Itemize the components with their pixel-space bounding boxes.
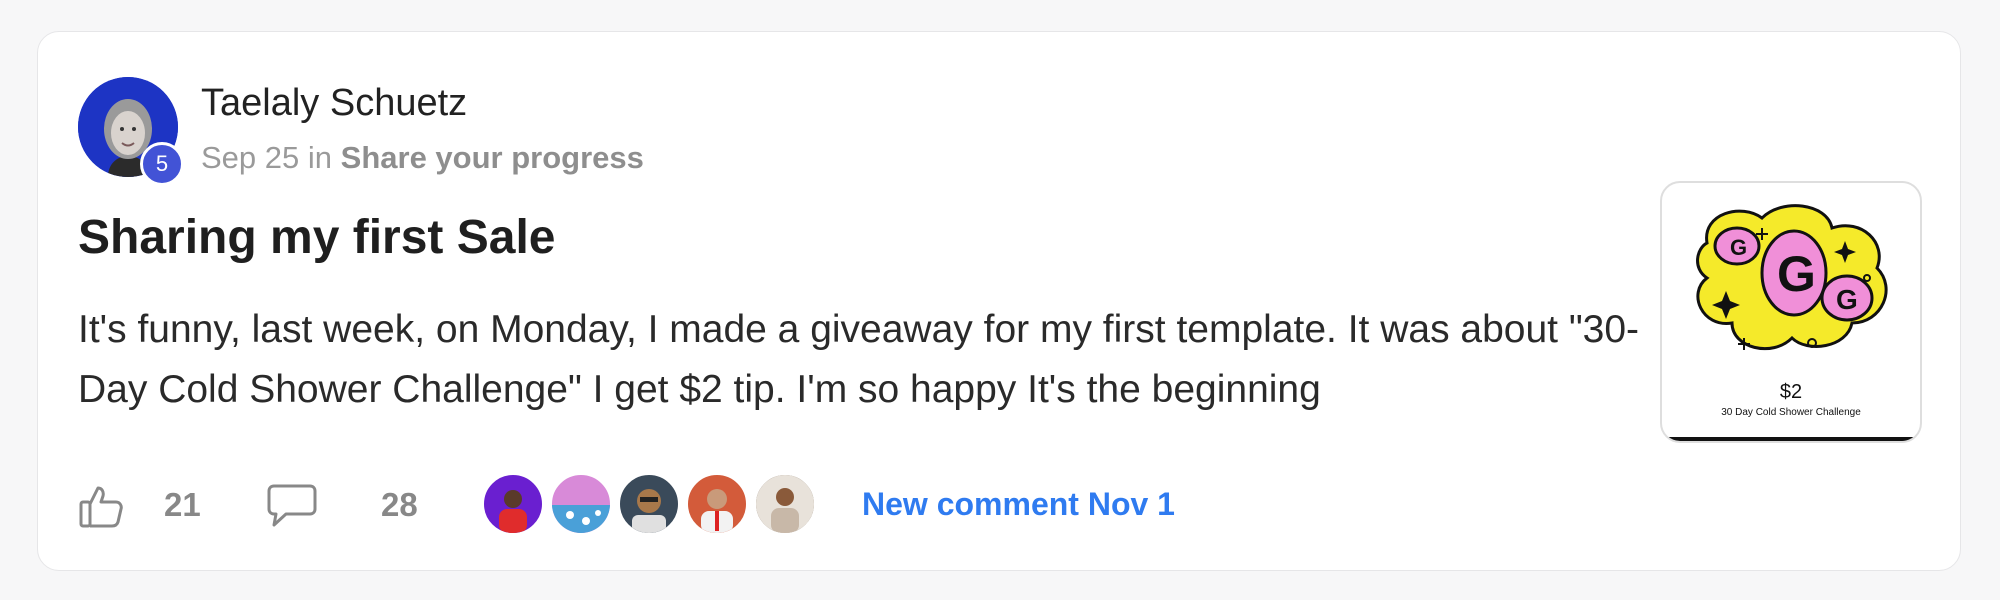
svg-text:G: G xyxy=(1836,284,1858,315)
post-title[interactable]: Sharing my first Sale xyxy=(78,210,556,265)
commenter-avatar[interactable] xyxy=(481,472,545,536)
thumbnail-bottom-bar xyxy=(1662,437,1920,441)
post-body: It's funny, last week, on Monday, I made… xyxy=(78,308,1640,411)
post-actions: 21 28 New comment Nov 1 xyxy=(78,472,1278,542)
new-comment-link[interactable]: New comment Nov 1 xyxy=(862,486,1175,523)
commenter-avatar[interactable] xyxy=(753,472,817,536)
svg-text:G: G xyxy=(1777,246,1816,302)
like-count: 21 xyxy=(164,486,201,523)
post-category[interactable]: Share your progress xyxy=(341,140,644,175)
commenter-avatar[interactable] xyxy=(617,472,681,536)
thumbnail-price: $2 xyxy=(1779,381,1803,403)
post-date: Sep 25 xyxy=(201,140,300,175)
speech-bubble-icon[interactable] xyxy=(266,482,318,535)
comment-count: 28 xyxy=(381,486,418,523)
post-in-word: in xyxy=(307,140,333,175)
commenter-avatar[interactable] xyxy=(549,472,613,536)
post-meta: Sep 25 in Share your progress xyxy=(201,140,644,176)
thumbnail-caption: 30 Day Cold Shower Challenge xyxy=(1721,407,1861,418)
commenter-avatar[interactable] xyxy=(685,472,749,536)
svg-text:G: G xyxy=(1730,235,1747,260)
thumbnail-logo-image: G G G xyxy=(1696,204,1888,351)
post-card[interactable]: 5 Taelaly Schuetz Sep 25 in Share your p… xyxy=(37,31,1961,571)
author-name[interactable]: Taelaly Schuetz xyxy=(201,82,467,125)
level-badge: 5 xyxy=(140,142,184,186)
author-avatar-wrap[interactable]: 5 xyxy=(78,77,184,186)
post-thumbnail[interactable]: G G G $2 30 Day Cold Shower Challenge xyxy=(1660,181,1922,443)
thumbs-up-icon[interactable] xyxy=(78,482,126,535)
